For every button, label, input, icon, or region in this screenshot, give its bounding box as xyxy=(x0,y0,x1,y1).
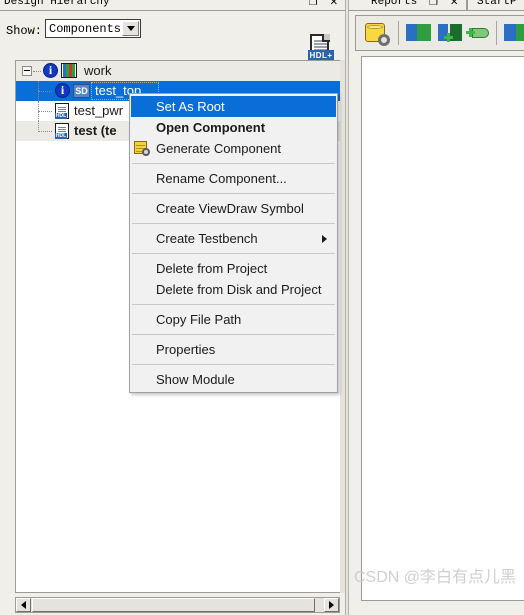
panel-window-buttons[interactable]: ❐ ✕ xyxy=(309,0,341,9)
hdl-tag: HDL xyxy=(55,113,67,119)
menu-item-label: Rename Component... xyxy=(156,171,287,186)
page-title: Design Hierarchy xyxy=(4,0,110,8)
tree-connector xyxy=(33,71,41,72)
menu-item-rename-component[interactable]: Rename Component... xyxy=(130,168,337,189)
tree-connector xyxy=(38,131,52,132)
menu-separator xyxy=(132,364,335,365)
tree-horizontal-scrollbar[interactable] xyxy=(15,597,340,613)
menu-separator xyxy=(132,163,335,164)
add-tag-icon[interactable] xyxy=(466,22,490,44)
menu-item-label: Create ViewDraw Symbol xyxy=(156,201,304,216)
menu-item-create-testbench[interactable]: Create Testbench xyxy=(130,228,337,249)
tree-connector xyxy=(38,111,52,112)
menu-item-label: Set As Root xyxy=(156,99,225,114)
tree-row[interactable]: work xyxy=(16,61,340,81)
menu-item-create-viewdraw-symbol[interactable]: Create ViewDraw Symbol xyxy=(130,198,337,219)
show-select[interactable]: Components xyxy=(45,19,141,38)
add-arrow-icon[interactable] xyxy=(438,22,462,44)
reports-toolbar xyxy=(355,15,524,51)
hdl-file-icon: HDL xyxy=(55,123,69,139)
chevron-down-icon[interactable] xyxy=(122,21,139,36)
show-label: Show: xyxy=(6,24,43,38)
import-arrow-icon[interactable] xyxy=(406,22,432,44)
tree-connector xyxy=(38,91,52,92)
menu-separator xyxy=(132,223,335,224)
menu-item-delete-from-disk-and-project[interactable]: Delete from Disk and Project xyxy=(130,279,337,300)
menu-item-label: Copy File Path xyxy=(156,312,242,327)
sd-badge-icon: SD xyxy=(73,84,90,98)
show-filter-row: Show: Components HDL+ xyxy=(0,14,345,61)
page-fold-shape xyxy=(322,34,330,42)
reports-panel: Reports ❐ ✕ StartP xyxy=(349,0,524,615)
menu-item-copy-file-path[interactable]: Copy File Path xyxy=(130,309,337,330)
hdl-file-icon: HDL xyxy=(55,103,69,119)
menu-separator xyxy=(132,193,335,194)
library-icon xyxy=(61,63,77,78)
tree-row-label: test (te xyxy=(74,123,117,138)
reports-window-buttons[interactable]: ❐ ✕ xyxy=(429,0,461,9)
show-select-value: Components xyxy=(49,22,122,36)
reports-content-area[interactable] xyxy=(361,56,524,601)
menu-item-generate-component[interactable]: Generate Component xyxy=(130,138,337,159)
menu-item-label: Show Module xyxy=(156,372,235,387)
titlebar-divider xyxy=(0,10,345,11)
app-window: Design Hierarchy ❐ ✕ Show: Components HD… xyxy=(0,0,524,615)
watermark: CSDN @李白有点儿黑 xyxy=(353,569,516,586)
scroll-thumb[interactable] xyxy=(32,598,315,612)
expander-collapse-icon[interactable] xyxy=(22,66,32,76)
toolbar-separator xyxy=(496,21,497,45)
menu-separator xyxy=(132,253,335,254)
menu-item-delete-from-project[interactable]: Delete from Project xyxy=(130,258,337,279)
tab-reports[interactable]: Reports xyxy=(371,0,417,8)
menu-item-set-as-root[interactable]: Set As Root xyxy=(131,96,336,117)
menu-separator xyxy=(132,334,335,335)
menu-item-label: Delete from Project xyxy=(156,261,268,276)
menu-item-label: Properties xyxy=(156,342,216,357)
chevron-right-icon xyxy=(322,235,327,243)
generate-component-icon xyxy=(134,141,150,156)
menu-item-label: Create Testbench xyxy=(156,231,258,246)
component-context-menu[interactable]: Set As Root Open Component Generate Comp… xyxy=(129,93,338,393)
menu-item-label: Open Component xyxy=(156,120,266,135)
tab-startpage[interactable]: StartP xyxy=(477,0,517,8)
menu-item-label: Delete from Disk and Project xyxy=(156,282,322,297)
reports-tabbar-divider xyxy=(349,10,524,11)
tree-row-label: work xyxy=(84,63,112,78)
menu-separator xyxy=(132,304,335,305)
toolbar-separator xyxy=(398,21,399,45)
info-icon xyxy=(43,63,58,78)
database-settings-icon[interactable] xyxy=(364,22,390,46)
menu-item-label: Generate Component xyxy=(156,141,282,156)
export-arrow-icon[interactable] xyxy=(504,22,524,44)
menu-item-properties[interactable]: Properties xyxy=(130,339,337,360)
scroll-right-button[interactable] xyxy=(324,598,339,612)
menu-item-open-component[interactable]: Open Component xyxy=(130,117,337,138)
scroll-left-button[interactable] xyxy=(16,598,31,612)
hdl-tag: HDL xyxy=(55,133,67,139)
tree-row-label: test_pwr xyxy=(74,103,124,118)
info-icon xyxy=(55,83,70,98)
menu-item-show-module[interactable]: Show Module xyxy=(130,369,337,390)
